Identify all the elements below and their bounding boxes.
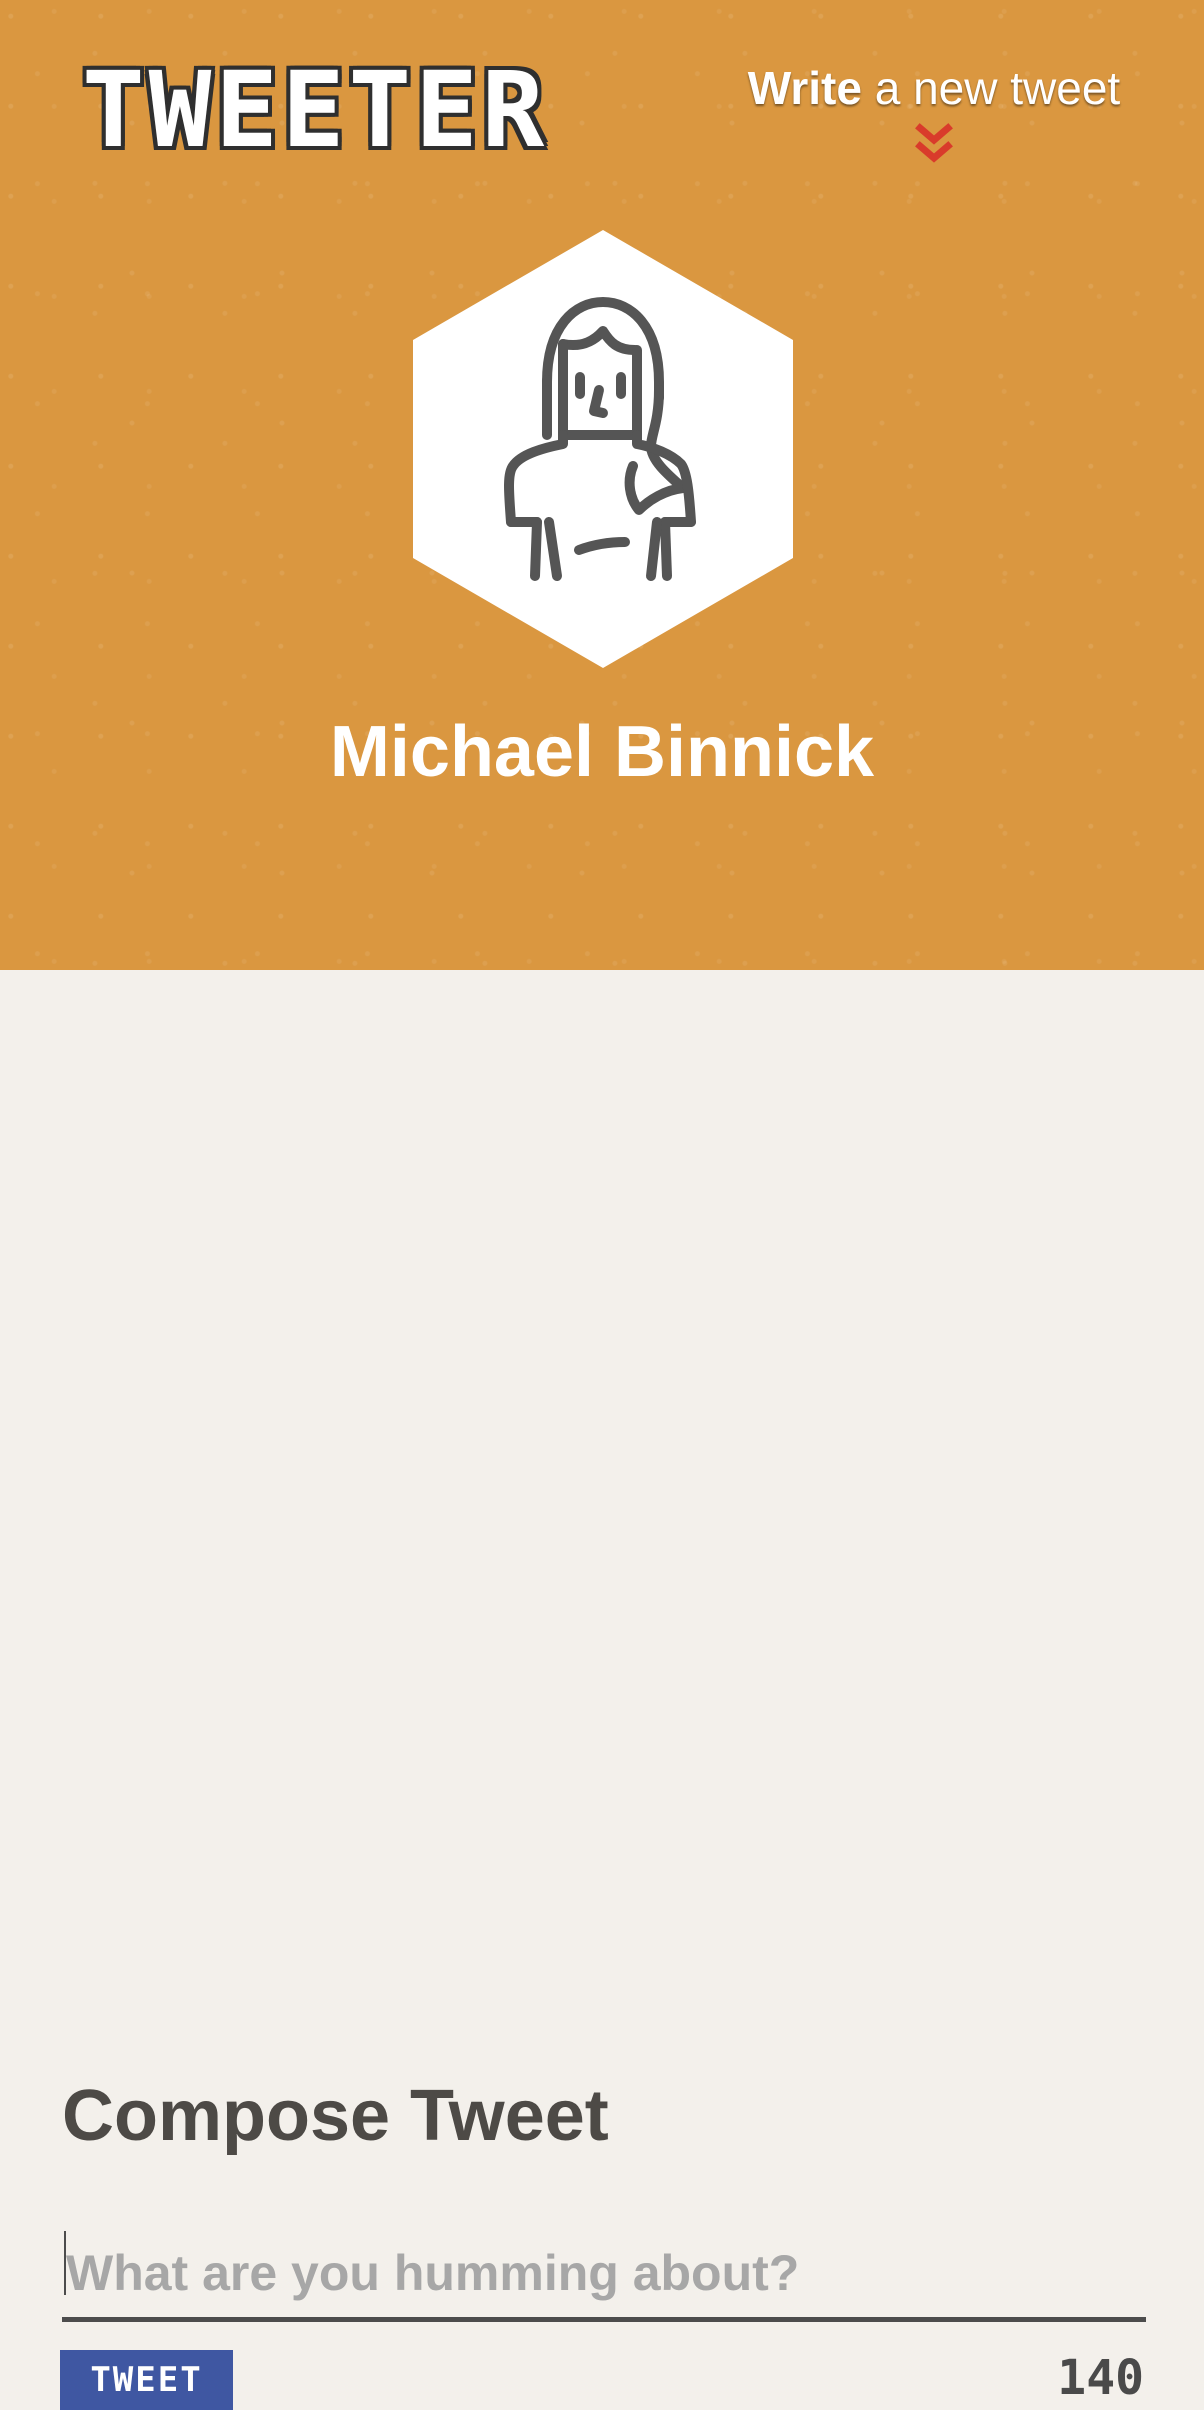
write-new-tweet-link[interactable]: Write a new tweet <box>738 62 1130 166</box>
compose-title: Compose Tweet <box>62 2076 609 2156</box>
chevron-down-icon <box>915 123 953 163</box>
tweet-input[interactable] <box>62 2228 1146 2322</box>
write-strong-text: Write <box>747 62 862 114</box>
tweet-button[interactable]: TWEET <box>60 2350 233 2410</box>
profile-name: Michael Binnick <box>329 712 875 792</box>
write-rest-text: a new tweet <box>861 62 1121 114</box>
avatar <box>413 230 793 668</box>
character-counter: 140 <box>1057 2350 1144 2406</box>
compose-section: Compose Tweet TWEET 140 <box>0 970 1204 2410</box>
avatar-hexagon <box>413 230 793 668</box>
profile-header: TWEETER Write a new tweet Michael Binnic… <box>0 0 1204 970</box>
write-new-tweet-label: Write a new tweet <box>738 62 1130 114</box>
app-logo: TWEETER <box>82 49 549 171</box>
